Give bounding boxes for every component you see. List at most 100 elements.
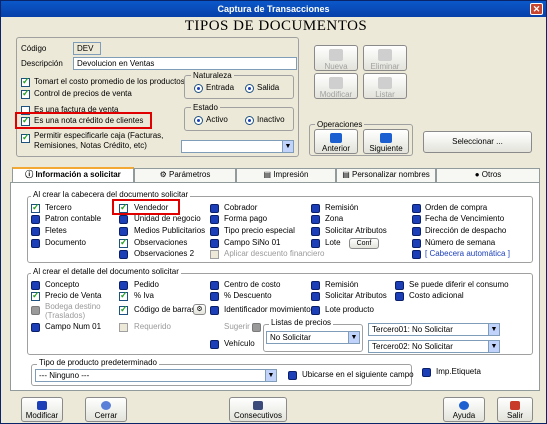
nueva-button[interactable]: Nueva	[314, 45, 358, 71]
tab-impresion[interactable]: ▤ Impresión	[236, 168, 336, 182]
fletes-toggle[interactable]	[31, 227, 40, 236]
cerrar-button[interactable]: Cerrar	[85, 397, 127, 422]
ubicarse-toggle[interactable]	[288, 371, 297, 380]
centro-costo-toggle[interactable]	[210, 281, 219, 290]
cobrador-toggle[interactable]	[210, 204, 219, 213]
observaciones2-toggle[interactable]	[119, 250, 128, 259]
tipo-precio-toggle[interactable]	[210, 227, 219, 236]
zona-toggle[interactable]	[311, 215, 320, 224]
campo-sino-label: Campo SiNo 01	[224, 238, 281, 247]
modificar-button[interactable]: Modificar	[21, 397, 63, 422]
costo-promedio-label: Tomart el costo promedio de los producto…	[34, 77, 185, 86]
activo-radio[interactable]	[194, 116, 203, 125]
inactivo-label: Inactivo	[257, 115, 285, 124]
bodega-destino-toggle[interactable]	[31, 306, 40, 315]
modificar-top-button[interactable]: Modificar	[314, 73, 358, 99]
concepto-label: Concepto	[45, 280, 80, 289]
patron-contable-toggle[interactable]	[31, 215, 40, 224]
salir-button[interactable]: Salir	[497, 397, 533, 422]
remision-det-toggle[interactable]	[311, 281, 320, 290]
costo-promedio-checkbox[interactable]	[21, 76, 30, 87]
inactivo-radio[interactable]	[245, 116, 254, 125]
observaciones-checkbox[interactable]	[119, 237, 128, 248]
permitir-caja-label: Permitir especificarle caja (Facturas, R…	[34, 131, 164, 150]
tercero01-select[interactable]: Tercero01: No Solicitar ▼	[368, 323, 500, 336]
descuento-financiero-checkbox[interactable]	[210, 250, 219, 259]
tercero02-value: Tercero02: No Solicitar	[372, 342, 453, 351]
numero-semana-toggle[interactable]	[412, 239, 421, 248]
iva-checkbox[interactable]	[119, 290, 128, 301]
tipo-producto-select[interactable]: --- Ninguno --- ▼	[35, 369, 277, 382]
identificador-movimiento-toggle[interactable]	[210, 306, 219, 315]
eliminar-label: Eliminar	[370, 62, 400, 71]
lote-toggle[interactable]	[311, 239, 320, 248]
fecha-vencimiento-toggle[interactable]	[412, 215, 421, 224]
undo-icon	[101, 401, 111, 410]
tercero-checkbox[interactable]	[31, 202, 40, 213]
conf-button[interactable]: Conf	[349, 238, 379, 249]
vehiculo-toggle[interactable]	[210, 340, 219, 349]
fecha-vencimiento-label: Fecha de Vencimiento	[425, 214, 505, 223]
close-button[interactable]: ✕	[530, 3, 543, 15]
concepto-toggle[interactable]	[31, 281, 40, 290]
ubicarse-label: Ubicarse en el siguiente campo	[302, 370, 414, 379]
control-precios-checkbox[interactable]	[21, 88, 30, 99]
permitir-caja-checkbox[interactable]	[21, 132, 30, 143]
listas-precios-select[interactable]: No Solicitar ▼	[266, 331, 360, 344]
observaciones-label: Observaciones	[134, 238, 188, 247]
chevron-down-icon: ▼	[488, 341, 499, 352]
tercero-label: Tercero	[45, 203, 72, 212]
documento-toggle[interactable]	[31, 239, 40, 248]
tipo-producto-value: --- Ninguno ---	[39, 371, 90, 380]
medios-publicitarios-toggle[interactable]	[119, 227, 128, 236]
control-precios-label: Control de precios de venta	[34, 89, 132, 98]
tab-otros[interactable]: ● Otros	[436, 168, 540, 182]
imp-etiqueta-toggle[interactable]	[422, 368, 431, 377]
codigo-field[interactable]: DEV	[73, 42, 101, 55]
sugerir-toggle[interactable]	[252, 323, 261, 332]
precio-venta-checkbox[interactable]	[31, 290, 40, 301]
forma-pago-toggle[interactable]	[210, 215, 219, 224]
direccion-despacho-toggle[interactable]	[412, 227, 421, 236]
caja-select[interactable]: ▼	[181, 140, 294, 153]
save-icon	[37, 401, 47, 410]
solicitar-atributos-det-toggle[interactable]	[311, 292, 320, 301]
descuento-toggle[interactable]	[210, 292, 219, 301]
seleccionar-button[interactable]: Seleccionar ...	[423, 131, 532, 153]
diferir-consumo-toggle[interactable]	[395, 281, 404, 290]
consecutivos-button[interactable]: Consecutivos	[229, 397, 287, 422]
precio-venta-label: Precio de Venta	[45, 291, 102, 300]
unidad-negocio-toggle[interactable]	[119, 215, 128, 224]
consecutivos-label: Consecutivos	[233, 411, 283, 420]
anterior-button[interactable]: Anterior	[314, 129, 358, 154]
campo-num-toggle[interactable]	[31, 323, 40, 332]
chevron-down-icon: ▼	[488, 324, 499, 335]
codigo-barras-config-button[interactable]: ⚙	[193, 304, 206, 315]
lote-producto-toggle[interactable]	[311, 306, 320, 315]
salida-radio[interactable]	[245, 84, 254, 93]
remision-cab-toggle[interactable]	[311, 204, 320, 213]
siguiente-button[interactable]: Siguiente	[363, 129, 409, 154]
codigo-barras-label: Código de barras	[134, 305, 196, 314]
orden-compra-toggle[interactable]	[412, 204, 421, 213]
tab-parametros[interactable]: ⚙ Parámetros	[134, 168, 236, 182]
fletes-label: Fletes	[45, 226, 67, 235]
entrada-radio[interactable]	[194, 84, 203, 93]
costo-adicional-toggle[interactable]	[395, 292, 404, 301]
campo-sino-toggle[interactable]	[210, 239, 219, 248]
listar-button[interactable]: Listar	[363, 73, 407, 99]
ayuda-button[interactable]: Ayuda	[443, 397, 485, 422]
pedido-toggle[interactable]	[119, 281, 128, 290]
cabecera-automatica-toggle[interactable]	[412, 250, 421, 259]
solicitar-atributos-cab-label: Solicitar Atributos	[325, 226, 387, 235]
tab-personalizar[interactable]: ▤ Personalizar nombres	[336, 168, 436, 182]
requerido-checkbox[interactable]	[119, 323, 128, 332]
lote-label: Lote	[325, 238, 341, 247]
tercero02-select[interactable]: Tercero02: No Solicitar ▼	[368, 340, 500, 353]
descripcion-field[interactable]: Devolucion en Ventas	[73, 57, 297, 70]
eliminar-button[interactable]: Eliminar	[363, 45, 407, 71]
tab-informacion[interactable]: ⓘ Información a solicitar	[12, 167, 134, 183]
codigo-barras-checkbox[interactable]	[119, 304, 128, 315]
cabecera-automatica-link[interactable]: [ Cabecera automática ]	[425, 249, 510, 259]
solicitar-atributos-cab-toggle[interactable]	[311, 227, 320, 236]
